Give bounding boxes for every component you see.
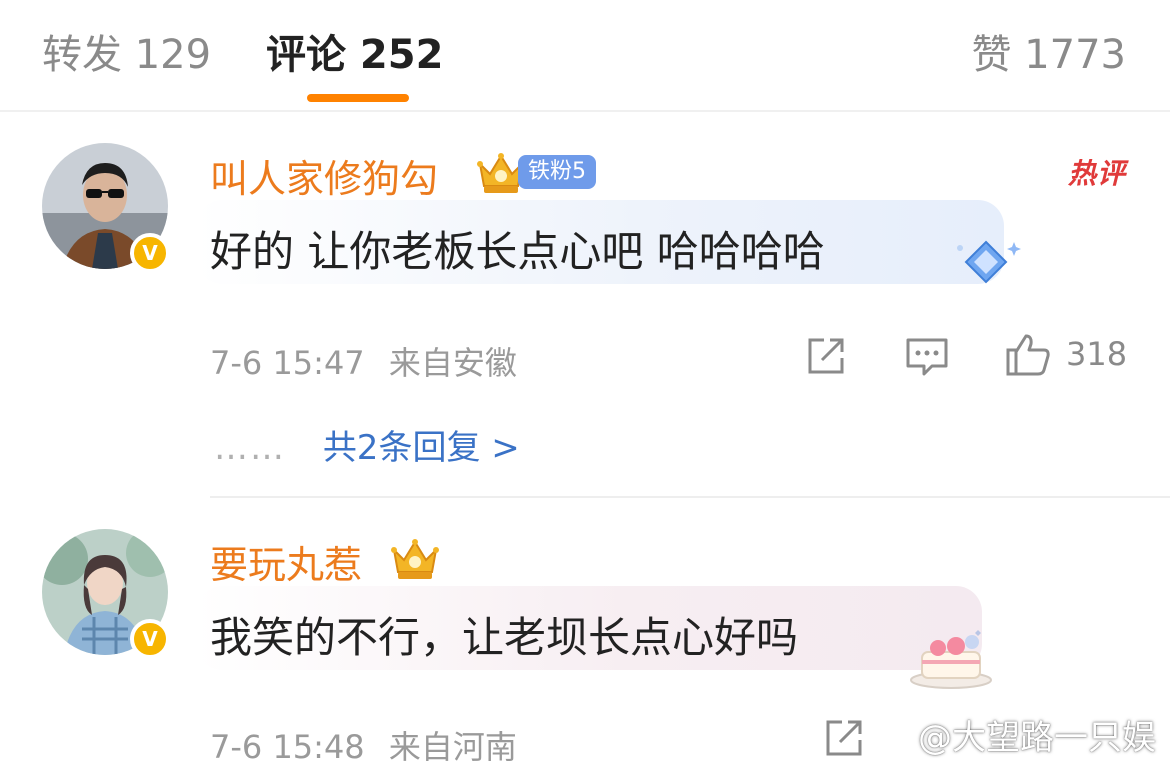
comment-time: 7-6 15:48 bbox=[210, 728, 365, 762]
comment-text: 我笑的不行，让老坝长点心好吗 bbox=[210, 613, 799, 662]
watermark: @大望路一只娱 bbox=[918, 718, 1156, 758]
share-button[interactable] bbox=[822, 716, 866, 760]
share-icon bbox=[826, 720, 862, 756]
verified-badge-icon: V bbox=[130, 619, 170, 659]
avatar[interactable]: V bbox=[42, 529, 170, 659]
cake-decoration-icon bbox=[910, 630, 992, 689]
comment-item: V 要玩丸惹 我笑的不行，让老坝长点心好吗 7-6 15:48 来自河南 bbox=[0, 0, 1170, 762]
comment-location: 来自河南 bbox=[388, 728, 517, 762]
comment-username[interactable]: 要玩丸惹 bbox=[210, 534, 362, 589]
crown-icon bbox=[391, 539, 439, 579]
comment-meta: 7-6 15:48 来自河南 bbox=[210, 722, 517, 762]
